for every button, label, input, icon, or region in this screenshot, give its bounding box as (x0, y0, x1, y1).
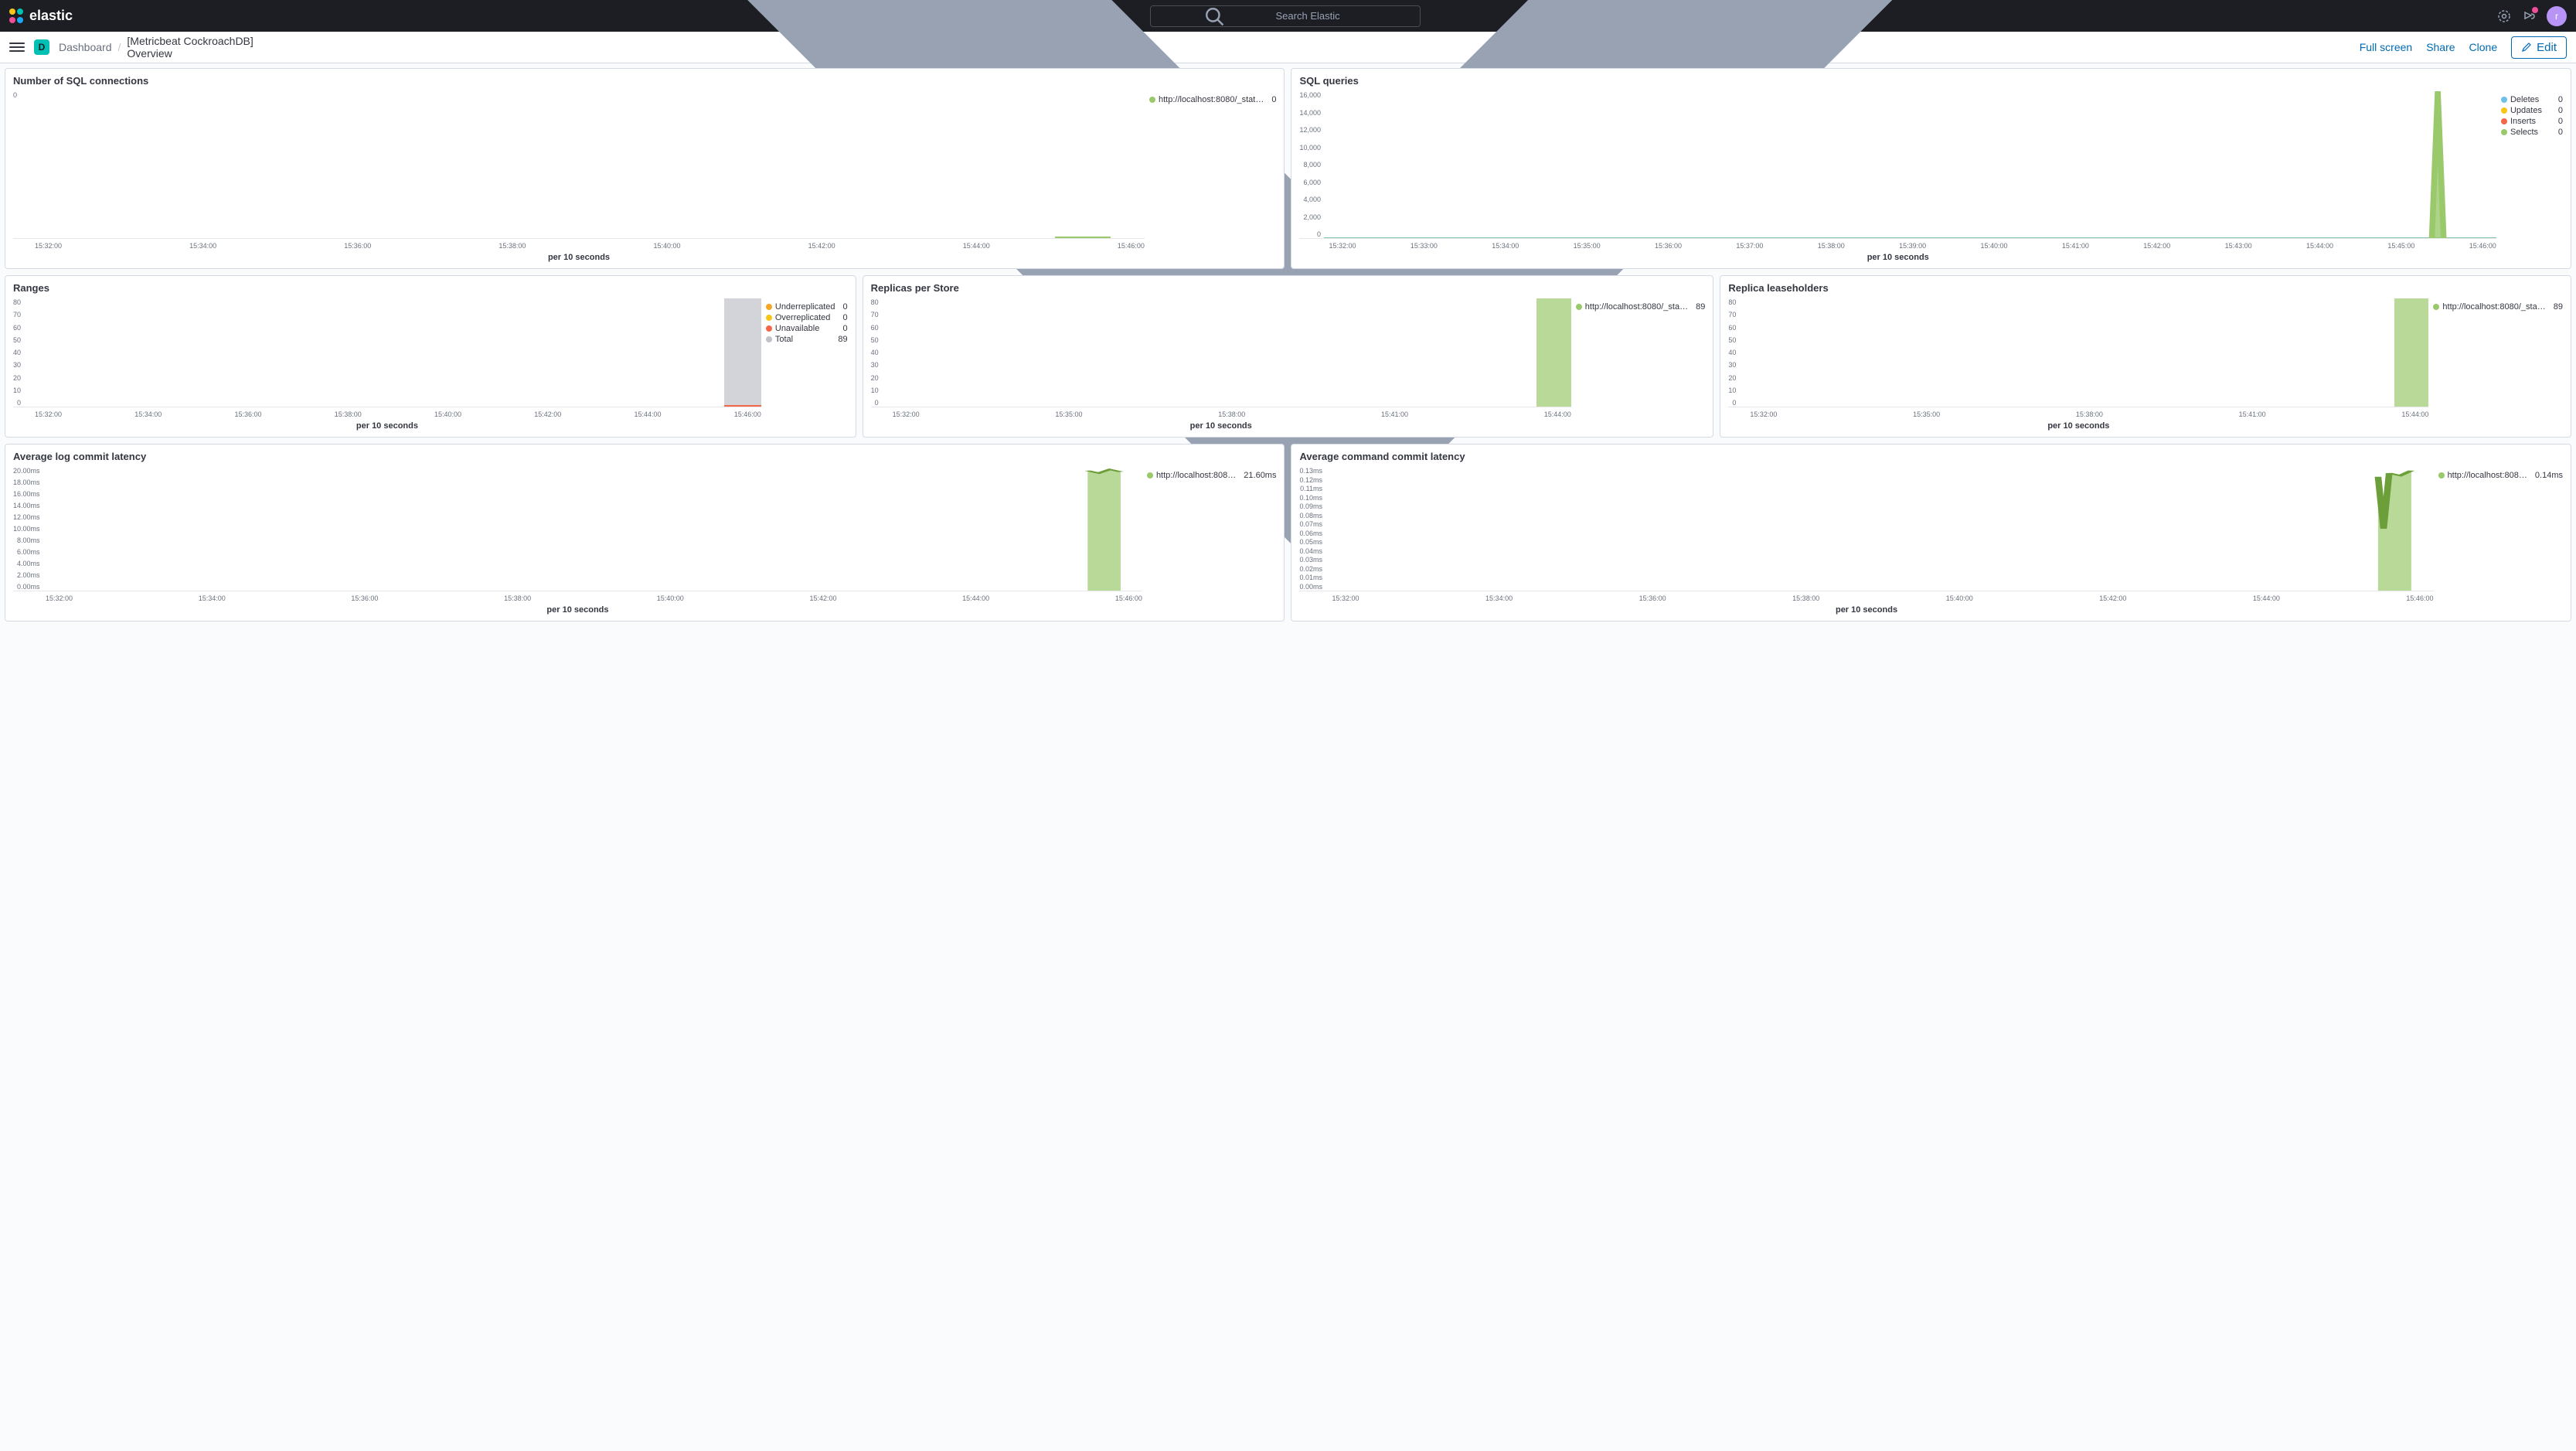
legend-item[interactable]: Selects0 (2501, 127, 2563, 138)
breadcrumb-current: [Metricbeat CockroachDB] Overview (127, 35, 284, 60)
x-axis-label: per 10 seconds (1728, 418, 2428, 431)
y-axis: 16,00014,00012,00010,0008,0006,0004,0002… (1299, 91, 1324, 238)
legend-item[interactable]: Overreplicated0 (766, 312, 848, 323)
fullscreen-link[interactable]: Full screen (2360, 41, 2412, 53)
plot-area[interactable] (1324, 91, 2496, 238)
panel-title: Replica leaseholders (1728, 282, 2563, 294)
legend-item[interactable]: Updates0 (2501, 105, 2563, 116)
space-badge[interactable]: D (34, 39, 49, 55)
panel-replica-leaseholders[interactable]: Replica leaseholders 80706050403020100 1… (1720, 275, 2571, 438)
panel-sql-connections[interactable]: Number of SQL connections 0 15:32:0015:3… (5, 68, 1285, 269)
elastic-logo-icon (9, 9, 25, 24)
legend-item[interactable]: Deletes0 (2501, 94, 2563, 105)
notification-dot (2532, 7, 2538, 13)
breadcrumb-bar: D Dashboard / [Metricbeat CockroachDB] O… (0, 32, 2576, 63)
legend-item[interactable]: http://localhost:808…21.60ms (1147, 470, 1277, 481)
y-axis: 20.00ms18.00ms16.00ms14.00ms12.00ms10.00… (13, 467, 43, 591)
x-axis-label: per 10 seconds (13, 602, 1142, 615)
chart-legend: Deletes0Updates0Inserts0Selects0 (2501, 91, 2563, 262)
panel-sql-queries[interactable]: SQL queries 16,00014,00012,00010,0008,00… (1291, 68, 2571, 269)
share-link[interactable]: Share (2426, 41, 2455, 53)
user-avatar[interactable]: r (2547, 6, 2567, 26)
menu-toggle-icon[interactable] (9, 43, 25, 52)
plot-area[interactable] (1325, 467, 2434, 591)
edit-button[interactable]: Edit (2511, 36, 2567, 59)
breadcrumb-dashboard[interactable]: Dashboard (59, 41, 112, 53)
panel-title: Number of SQL connections (13, 75, 1276, 87)
x-axis: 15:32:0015:34:0015:36:0015:38:0015:40:00… (13, 407, 761, 418)
legend-item[interactable]: Unavailable0 (766, 323, 848, 334)
plot-area[interactable] (882, 298, 1571, 407)
y-axis: 80706050403020100 (13, 298, 24, 407)
help-icon[interactable] (2497, 9, 2511, 23)
x-axis-label: per 10 seconds (13, 250, 1145, 262)
panel-title: Replicas per Store (871, 282, 1706, 294)
plot-area[interactable] (43, 467, 1142, 591)
legend-item[interactable]: Inserts0 (2501, 116, 2563, 127)
y-axis: 80706050403020100 (1728, 298, 1739, 407)
panel-ranges[interactable]: Ranges 80706050403020100 15:32:0015:34:0… (5, 275, 856, 438)
clone-link[interactable]: Clone (2469, 41, 2498, 53)
legend-item[interactable]: http://localhost:808…0.14ms (2438, 470, 2563, 481)
panel-title: Average command commit latency (1299, 451, 2563, 462)
chart-legend: http://localhost:8080/_sta…89 (2433, 298, 2563, 431)
legend-item[interactable]: Total89 (766, 334, 848, 345)
panel-replicas-per-store[interactable]: Replicas per Store 80706050403020100 15:… (863, 275, 1714, 438)
panel-title: Ranges (13, 282, 848, 294)
x-axis: 15:32:0015:33:0015:34:0015:35:0015:36:00… (1299, 239, 2496, 250)
panel-avg-log-commit-latency[interactable]: Average log commit latency 20.00ms18.00m… (5, 444, 1285, 622)
plot-area[interactable] (1739, 298, 2428, 407)
edit-button-label: Edit (2537, 41, 2557, 54)
x-axis: 15:32:0015:35:0015:38:0015:41:0015:44:00 (1728, 407, 2428, 418)
legend-item[interactable]: http://localhost:8080/_sta…89 (2433, 301, 2563, 312)
chart-legend: http://localhost:808…21.60ms (1147, 467, 1277, 615)
x-axis-label: per 10 seconds (13, 418, 761, 431)
news-feed-icon[interactable] (2522, 9, 2536, 23)
panel-title: SQL queries (1299, 75, 2563, 87)
breadcrumb-separator: / (118, 41, 121, 53)
legend-item[interactable]: Underreplicated0 (766, 301, 848, 312)
panel-title: Average log commit latency (13, 451, 1276, 462)
chart-legend: http://localhost:808…0.14ms (2438, 467, 2563, 615)
chart-legend: Underreplicated0Overreplicated0Unavailab… (766, 298, 848, 431)
chart-legend: http://localhost:8080/_sta…89 (1576, 298, 1706, 431)
plot-area[interactable] (24, 298, 761, 407)
legend-item[interactable]: http://localhost:8080/_sta…89 (1576, 301, 1706, 312)
chart-legend: http://localhost:8080/_stat…0 (1149, 91, 1277, 262)
x-axis: 15:32:0015:34:0015:36:0015:38:0015:40:00… (13, 591, 1142, 602)
x-axis-label: per 10 seconds (1299, 250, 2496, 262)
x-axis: 15:32:0015:35:0015:38:0015:41:0015:44:00 (871, 407, 1571, 418)
legend-item[interactable]: http://localhost:8080/_stat…0 (1149, 94, 1277, 105)
x-axis: 15:32:0015:34:0015:36:0015:38:0015:40:00… (1299, 591, 2433, 602)
pencil-icon (2521, 42, 2532, 53)
plot-area[interactable] (20, 91, 1145, 238)
x-axis-label: per 10 seconds (871, 418, 1571, 431)
x-axis: 15:32:0015:34:0015:36:0015:38:0015:40:00… (13, 239, 1145, 250)
x-axis-label: per 10 seconds (1299, 602, 2433, 615)
y-axis: 0 (13, 91, 20, 238)
avatar-initial: r (2555, 11, 2558, 22)
y-axis: 0.13ms0.12ms0.11ms0.10ms0.09ms0.08ms0.07… (1299, 467, 1325, 591)
panel-avg-command-commit-latency[interactable]: Average command commit latency 0.13ms0.1… (1291, 444, 2571, 622)
y-axis: 80706050403020100 (871, 298, 882, 407)
